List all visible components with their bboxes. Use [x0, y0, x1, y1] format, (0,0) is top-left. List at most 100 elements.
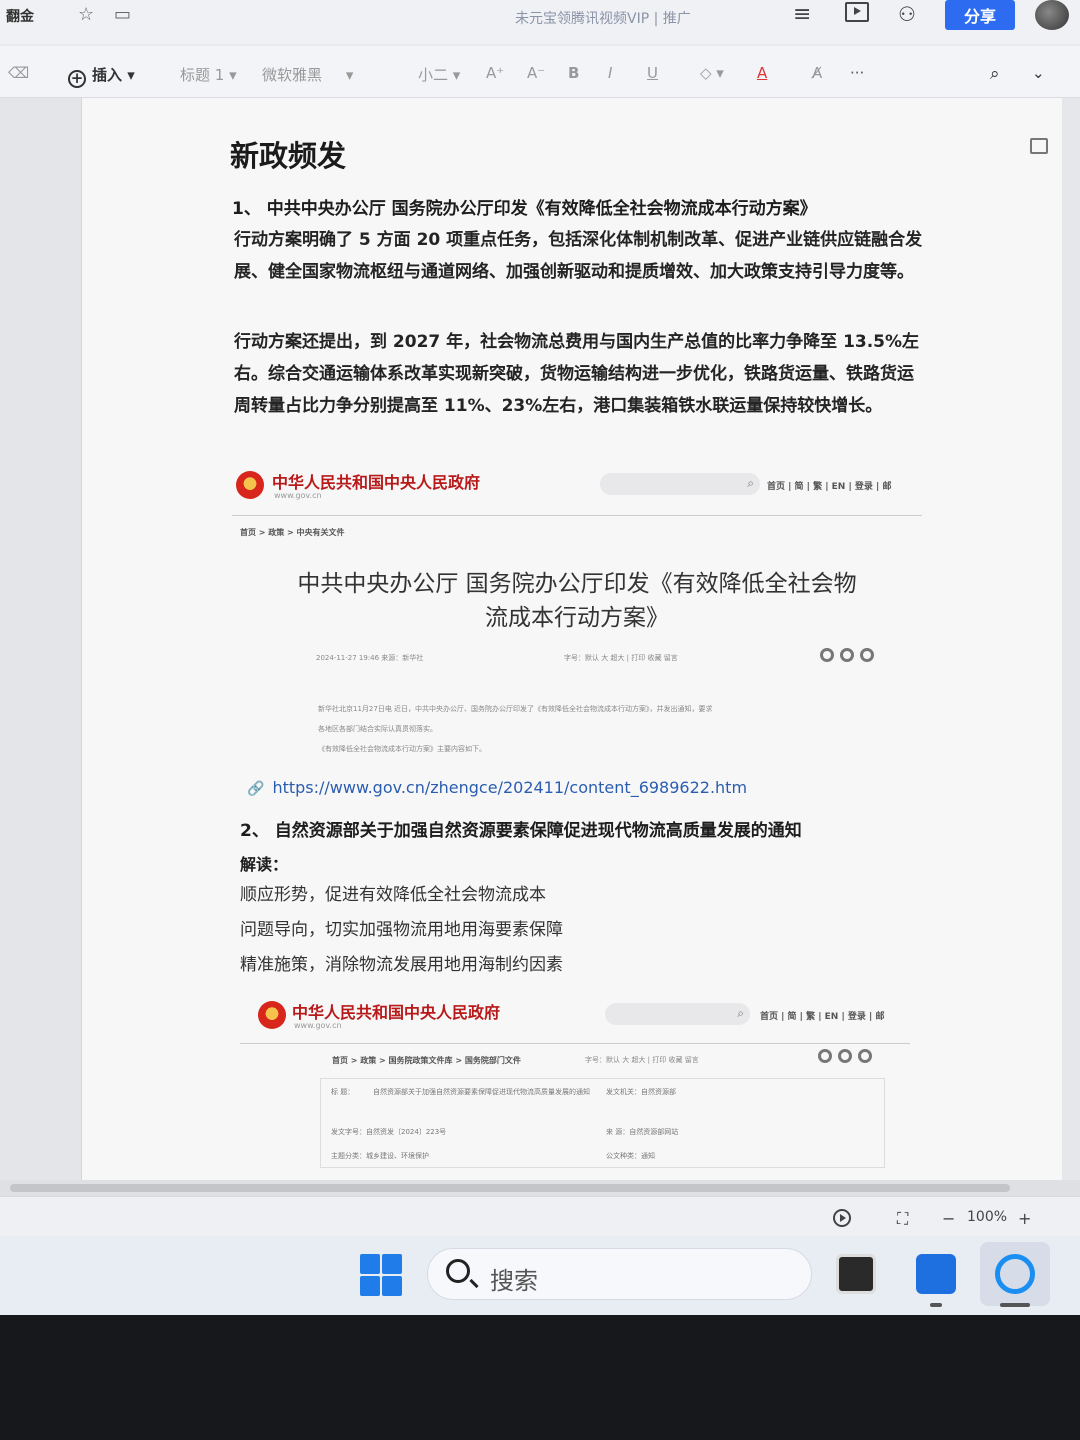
gov-meta-left: 2024-11-27 19:46 来源：新华社 — [316, 654, 424, 662]
share-weibo-icon — [838, 1049, 852, 1063]
gov-body-line: 各地区各部门结合实际认真贯彻落实。 — [318, 725, 437, 733]
italic-button[interactable]: I — [608, 64, 612, 82]
font-select[interactable]: 微软雅黑 ▾ — [262, 64, 353, 85]
format-toolbar: ⌫ + 插入 ▾ 标题 1 ▾ 微软雅黑 ▾ 小二 ▾ A⁺ A⁻ B I U ◇… — [0, 46, 1080, 98]
share-wechat-icon — [818, 1049, 832, 1063]
browser-logo-icon — [995, 1254, 1035, 1294]
more-button[interactable]: ··· — [850, 64, 864, 82]
share-wechat-icon — [820, 648, 834, 662]
gov-breadcrumb: 首页 > 政策 > 国务院政策文件库 > 国务院部门文件 — [332, 1056, 521, 1065]
item1-title: 1、 中共中央办公厅 国务院办公厅印发《有效降低全社会物流成本行动方案》 — [232, 199, 817, 219]
gov-nav: 首页 | 简 | 繁 | EN | 登录 | 邮 — [767, 482, 892, 492]
plus-icon: + — [68, 70, 86, 88]
font-label: 微软雅黑 — [262, 66, 323, 84]
app-arrow-icon[interactable] — [916, 1254, 956, 1294]
gov-nav: 首页 | 简 | 繁 | EN | 登录 | 邮 — [760, 1012, 885, 1022]
insert-button[interactable]: + 插入 ▾ — [68, 64, 135, 88]
collaborator-icon[interactable]: ⚇ — [898, 2, 916, 26]
browser-app-icon[interactable] — [980, 1242, 1050, 1306]
title-bar: 翻金 ☆ ▭ 未元宝领腾讯视频VIP | 推广 ≡ ⚇ 分享 — [0, 0, 1080, 44]
underline-button[interactable]: U — [647, 64, 658, 82]
zoom-in-button[interactable]: + — [1018, 1209, 1031, 1228]
horizontal-scrollbar[interactable] — [0, 1180, 1080, 1196]
play-icon[interactable] — [833, 1209, 851, 1227]
table-cell: 发文字号：自然资发〔2024〕223号 — [331, 1128, 447, 1136]
windows-start-icon[interactable] — [360, 1254, 402, 1296]
zoom-level[interactable]: 100% — [967, 1209, 1007, 1225]
table-cell: 来 源：自然资源部网站 — [606, 1128, 679, 1136]
item2-title: 2、 自然资源部关于加强自然资源要素保障促进现代物流高质量发展的通知 — [240, 821, 802, 841]
share-button[interactable]: 分享 — [945, 0, 1015, 30]
gov-meta-right: 字号：默认 大 超大 | 打印 收藏 留言 — [585, 1056, 699, 1064]
present-icon[interactable] — [845, 2, 869, 22]
gov-share-icons — [820, 648, 874, 662]
interpretation-label: 解读： — [240, 855, 289, 874]
left-rail — [0, 98, 82, 1180]
item1-paragraph-2: 行动方案还提出，到 2027 年，社会物流总费用与国内生产总值的比率力争降至 1… — [234, 332, 920, 416]
app-active-indicator — [1000, 1303, 1030, 1307]
national-emblem-icon — [236, 471, 264, 499]
fullscreen-icon[interactable]: ⛶ — [897, 1209, 908, 1229]
interpretation-point-3: 精准施策，消除物流发展用地用海制约因素 — [240, 955, 563, 975]
table-cell: 主题分类：城乡建设、环境保护 — [331, 1152, 429, 1160]
share-qq-icon — [858, 1049, 872, 1063]
chevron-down-icon[interactable]: ⌄ — [1032, 64, 1045, 82]
app-running-indicator — [930, 1303, 942, 1307]
table-cell: 标 题： — [331, 1088, 355, 1096]
document-page[interactable]: 新政频发 1、 中共中央办公厅 国务院办公厅印发《有效降低全社会物流成本行动方案… — [82, 98, 1062, 1180]
national-emblem-icon — [258, 1001, 286, 1029]
gov-article-title: 中共中央办公厅 国务院办公厅印发《有效降低全社会物 流成本行动方案》 — [292, 567, 862, 635]
vertical-scrollbar[interactable] — [1062, 98, 1080, 1180]
comment-icon[interactable] — [1030, 138, 1048, 154]
avatar[interactable] — [1035, 0, 1069, 30]
gov-article-title-line1: 中共中央办公厅 国务院办公厅印发《有效降低全社会物 — [297, 571, 857, 597]
gov-search-box: ⌕ — [600, 473, 760, 495]
status-bar: ⛶ − 100% + — [0, 1196, 1080, 1236]
folder-icon[interactable]: ▭ — [114, 4, 131, 25]
promo-text[interactable]: 未元宝领腾讯视频VIP | 推广 — [515, 8, 691, 28]
gov-screenshot-1: 中华人民共和国中央人民政府 www.gov.cn ⌕ 首页 | 简 | 繁 | … — [232, 463, 922, 763]
link-icon: 🔗 — [247, 781, 265, 797]
taskbar-search[interactable]: 搜索 — [427, 1248, 812, 1300]
style-label: 标题 1 — [180, 66, 225, 84]
grow-font-button[interactable]: A⁺ — [486, 64, 504, 82]
task-view-icon[interactable] — [836, 1254, 876, 1294]
clear-format-icon[interactable]: A̸ — [812, 64, 822, 82]
table-cell: 自然资源部关于加强自然资源要素保障促进现代物流高质量发展的通知 — [373, 1088, 590, 1096]
share-weibo-icon — [840, 648, 854, 662]
interpretation-point-2: 问题导向，切实加强物流用地用海要素保障 — [240, 920, 563, 940]
insert-label: 插入 — [92, 66, 123, 84]
policy-link-text[interactable]: https://www.gov.cn/zhengce/202411/conten… — [272, 778, 747, 797]
divider — [240, 1043, 910, 1044]
taskbar: 搜索 — [0, 1236, 1080, 1315]
gov-site-title: 中华人民共和国中央人民政府 — [292, 1003, 501, 1022]
font-color-button[interactable]: A — [757, 64, 767, 82]
gov-body-line: 《有效降低全社会物流成本行动方案》主要内容如下。 — [318, 745, 486, 753]
zoom-out-button[interactable]: − — [942, 1209, 955, 1228]
eraser-icon[interactable]: ⌫ — [8, 64, 29, 82]
search-icon: ⌕ — [737, 1006, 744, 1020]
gov-search-box: ⌕ — [605, 1003, 750, 1025]
find-icon[interactable]: ⌕ — [990, 64, 1000, 84]
document-name-tab[interactable]: 翻金 — [0, 4, 40, 28]
font-size-select[interactable]: 小二 ▾ — [418, 64, 460, 85]
style-select[interactable]: 标题 1 ▾ — [180, 64, 237, 85]
screen: 翻金 ☆ ▭ 未元宝领腾讯视频VIP | 推广 ≡ ⚇ 分享 ⌫ + 插入 ▾ 标… — [0, 0, 1080, 1315]
interpretation-point-1: 顺应形势，促进有效降低全社会物流成本 — [240, 885, 546, 905]
gov-breadcrumb: 首页 > 政策 > 中央有关文件 — [240, 528, 345, 537]
menu-icon[interactable]: ≡ — [793, 2, 811, 27]
table-cell: 公文种类：通知 — [606, 1152, 655, 1160]
highlight-icon[interactable]: ◇ ▾ — [700, 64, 724, 82]
search-icon — [446, 1259, 470, 1283]
scrollbar-thumb[interactable] — [10, 1184, 1010, 1192]
star-icon[interactable]: ☆ — [78, 4, 94, 25]
gov-article-body: 新华社北京11月27日电 近日，中共中央办公厅、国务院办公厅印发了《有效降低全社… — [318, 699, 878, 759]
bold-button[interactable]: B — [568, 64, 579, 82]
heading-new-policies: 新政频发 — [230, 139, 347, 173]
gov-site-sub: www.gov.cn — [274, 491, 322, 500]
item1-paragraph-1: 行动方案明确了 5 方面 20 项重点任务，包括深化体制机制改革、促进产业链供应… — [234, 230, 923, 282]
policy-link[interactable]: 🔗 https://www.gov.cn/zhengce/202411/conte… — [247, 778, 747, 797]
gov-share-icons — [818, 1049, 872, 1063]
shrink-font-button[interactable]: A⁻ — [527, 64, 545, 82]
gov-site-title: 中华人民共和国中央人民政府 — [272, 473, 481, 492]
